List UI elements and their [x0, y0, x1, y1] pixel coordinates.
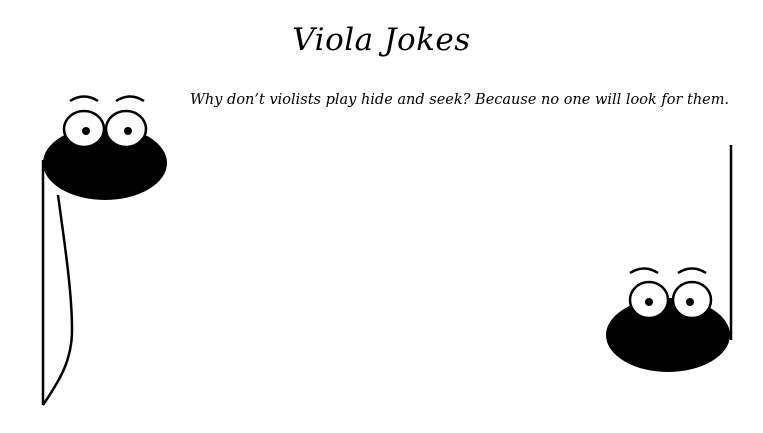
- right-note-pupil-left: [645, 298, 653, 306]
- right-note-brow-left: [629, 267, 659, 275]
- right-note-brow-right: [677, 267, 707, 275]
- right-note-pupil-right: [686, 298, 694, 306]
- right-music-note-icon: [606, 145, 733, 372]
- right-note-head: [606, 298, 730, 372]
